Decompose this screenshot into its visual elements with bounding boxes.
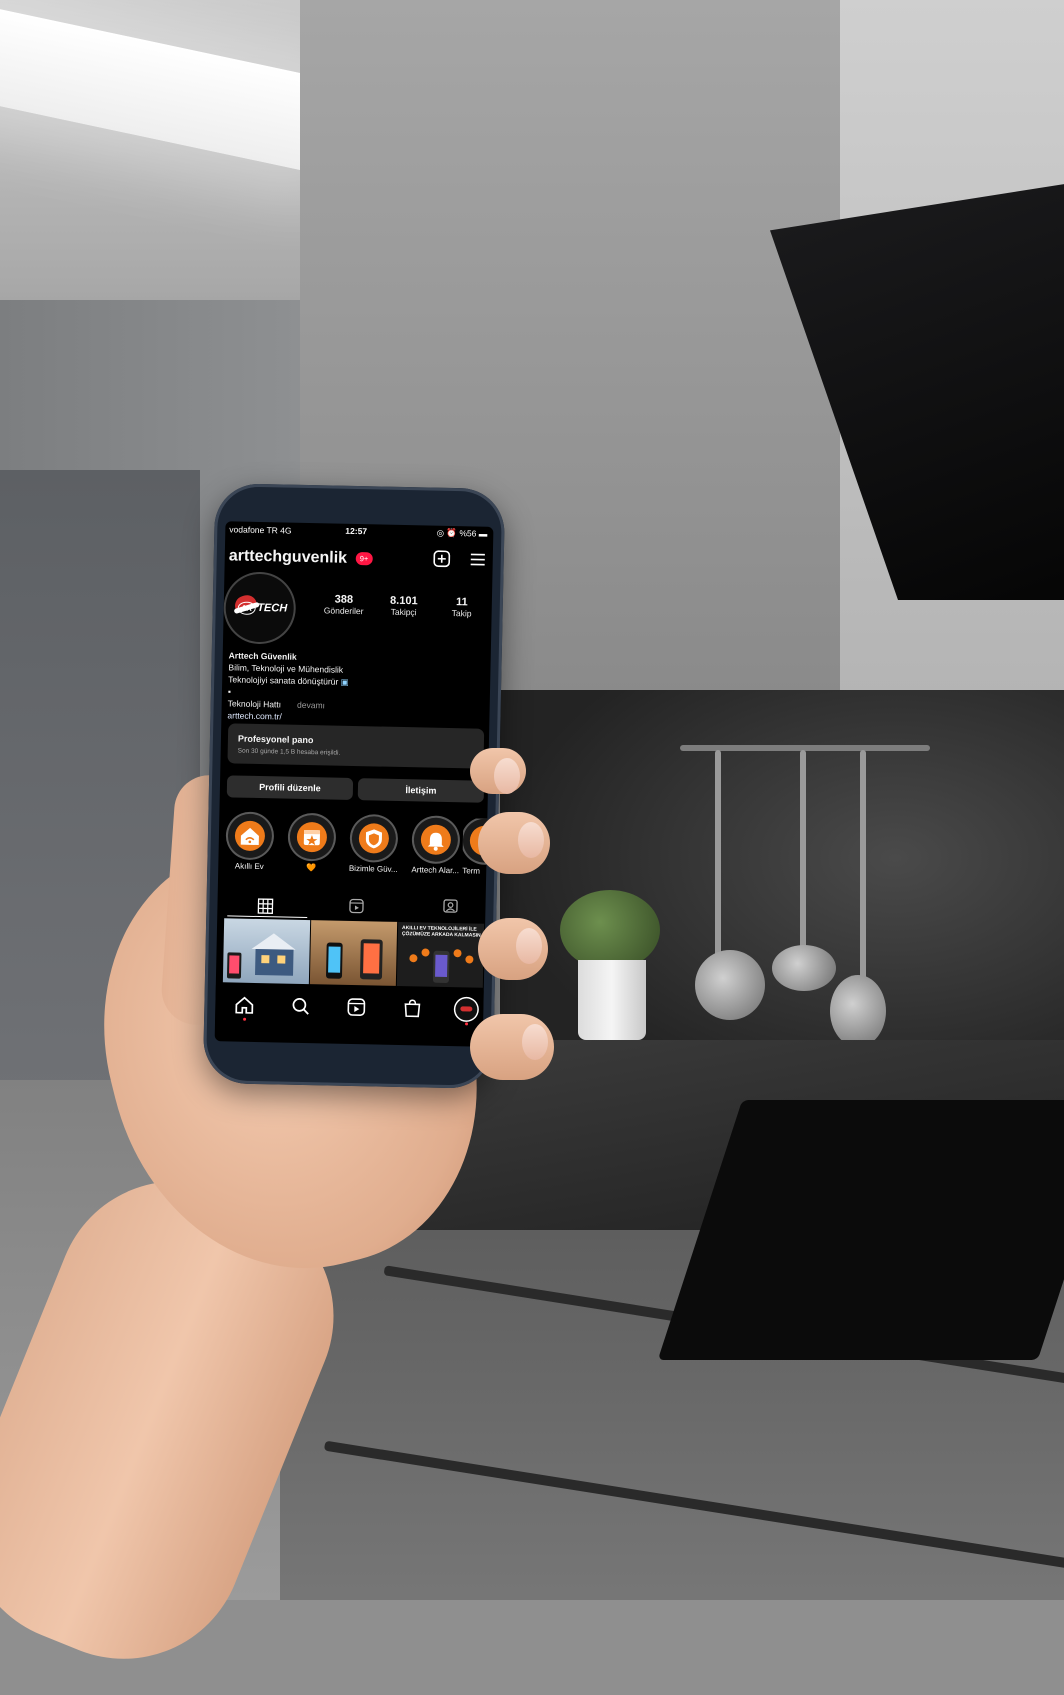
phone-on-wood-image	[310, 920, 397, 986]
smart-house-image	[223, 918, 310, 984]
ladle	[830, 975, 886, 1047]
reels-nav-icon[interactable]	[345, 996, 367, 1018]
profile-avatar[interactable]: ARTECH	[225, 573, 294, 642]
edit-profile-button[interactable]: Profili düzenle	[227, 775, 353, 800]
clock: 12:57	[345, 526, 367, 536]
home-icon[interactable]	[233, 994, 255, 1016]
finger-ring	[478, 918, 548, 980]
ladle	[695, 950, 765, 1020]
status-bar: vodafone TR 4G 12:57 ◎ ⏰ %56 ▬	[225, 521, 493, 543]
tagged-icon[interactable]	[442, 898, 458, 914]
robot-emoji-icon: ▣	[341, 677, 349, 687]
username[interactable]: arttechguvenlik	[229, 547, 348, 567]
highlight-heart[interactable]: 🧡	[280, 814, 343, 872]
avatar-logo-text: TECH	[257, 602, 287, 615]
bell-icon	[413, 817, 458, 862]
followers-count[interactable]: 8.101 Takipçi	[372, 594, 436, 617]
bottom-navigation	[215, 985, 484, 1031]
dashboard-subtitle: Son 30 günde 1,5 B hesaba erişildi.	[238, 748, 341, 757]
santa-hat-icon	[460, 1006, 472, 1011]
highlight-alarm[interactable]: Arttech Alar...	[404, 817, 467, 875]
finger-middle	[478, 812, 550, 874]
profile-unread-dot	[465, 1022, 468, 1025]
profile-nav-avatar[interactable]	[455, 998, 477, 1020]
dashboard-title: Profesyonel pano	[238, 734, 314, 746]
bio-line-text: Teknolojiyi sanata dönüştürür	[228, 674, 338, 686]
carrier-label: vodafone TR 4G	[229, 524, 291, 535]
utensil	[800, 750, 806, 950]
avatar-letters: AR	[238, 602, 256, 615]
utensil	[715, 750, 721, 960]
smart-home-icon	[227, 813, 272, 858]
calendar-star-icon	[289, 815, 334, 860]
see-more-link[interactable]: devamı	[297, 700, 325, 711]
post-thumbnail[interactable]	[223, 918, 310, 984]
reels-icon[interactable]	[348, 898, 364, 914]
highlight-security[interactable]: Bizimle Güv...	[342, 816, 405, 874]
shop-icon[interactable]	[401, 997, 423, 1019]
professional-dashboard[interactable]: Profesyonel pano Son 30 günde 1,5 B hesa…	[227, 723, 484, 768]
search-icon[interactable]	[289, 995, 311, 1017]
bio-line-text: Teknoloji Hattı	[228, 698, 282, 709]
new-post-icon[interactable]	[433, 550, 451, 568]
ladle	[772, 945, 836, 991]
home-unread-dot	[243, 1018, 246, 1021]
highlight-label: Akıllı Ev	[218, 861, 280, 871]
profile-bio: Arttech Güvenlik Bilim, Teknoloji ve Müh…	[227, 649, 484, 726]
utensil	[860, 750, 866, 980]
menu-icon[interactable]	[469, 550, 487, 568]
smart-home-apps-image	[397, 922, 484, 988]
profile-header: arttechguvenlik 9+	[225, 541, 494, 575]
instagram-profile-screen: vodafone TR 4G 12:57 ◎ ⏰ %56 ▬ arttechgu…	[215, 521, 494, 1046]
shield-icon	[351, 816, 396, 861]
highlight-smart-home[interactable]: Akıllı Ev	[218, 813, 281, 871]
post-thumbnail[interactable]: AKILLI EV TEKNOLOJİLERİ İLE ÇÖZÜMÜZE ARK…	[397, 922, 484, 988]
battery-label: ◎ ⏰ %56 ▬	[437, 528, 488, 540]
stat-label: Gönderiler	[312, 605, 376, 616]
highlight-label: Bizimle Güv...	[342, 864, 404, 874]
following-count[interactable]: 11 Takip	[430, 596, 494, 619]
highlight-label: 🧡	[280, 862, 342, 872]
post-grid: AKILLI EV TEKNOLOJİLERİ İLE ÇÖZÜMÜZE ARK…	[223, 918, 485, 987]
post-thumbnail[interactable]	[310, 920, 397, 986]
highlight-label: Arttech Alar...	[404, 865, 466, 875]
potted-plant	[560, 890, 660, 970]
notification-badge[interactable]: 9+	[356, 552, 373, 565]
plant-pot	[578, 960, 646, 1040]
grid-icon[interactable]	[257, 898, 273, 914]
contact-button[interactable]: İletişim	[358, 778, 484, 803]
stat-label: Takip	[430, 608, 494, 619]
smartphone: vodafone TR 4G 12:57 ◎ ⏰ %56 ▬ arttechgu…	[203, 483, 506, 1089]
posts-count[interactable]: 388 Gönderiler	[312, 593, 376, 616]
stat-label: Takipçi	[372, 606, 436, 617]
finger-index	[470, 748, 526, 794]
finger-little	[470, 1014, 554, 1080]
highlight-label: Term	[462, 866, 486, 876]
battery-percent: %56	[459, 528, 476, 538]
